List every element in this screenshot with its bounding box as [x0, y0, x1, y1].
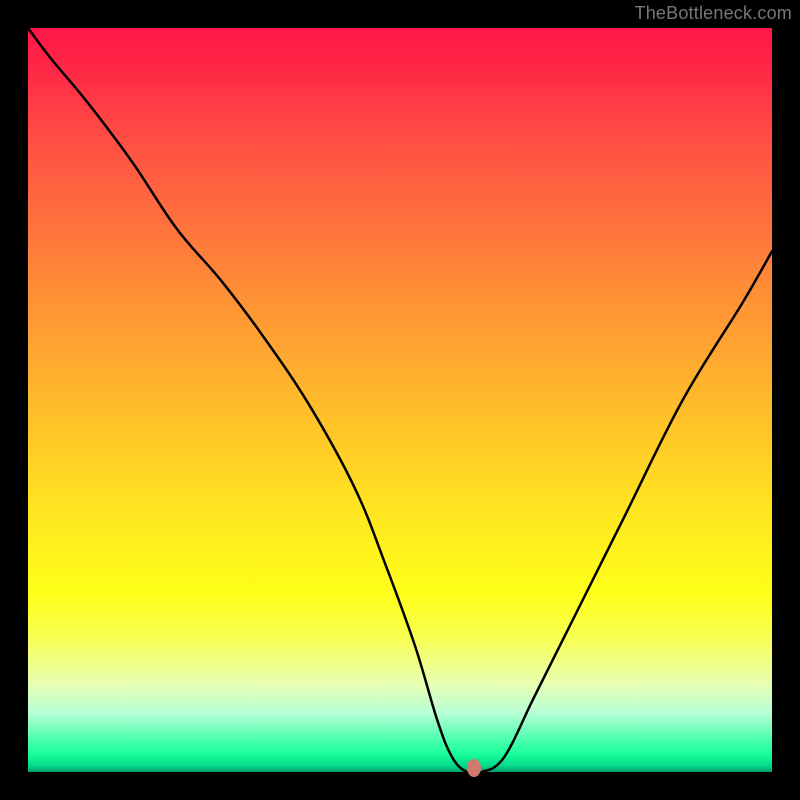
optimum-marker — [467, 759, 481, 777]
plot-area — [28, 28, 772, 772]
watermark-text: TheBottleneck.com — [635, 0, 800, 29]
chart-frame: TheBottleneck.com — [0, 0, 800, 800]
bottleneck-curve — [28, 28, 772, 772]
